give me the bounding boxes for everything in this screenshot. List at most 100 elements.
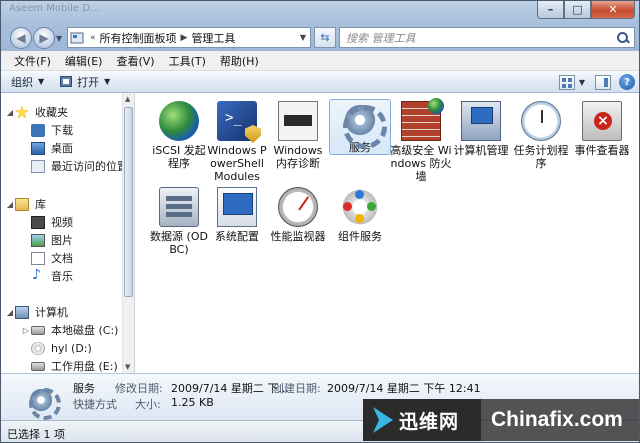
item-services[interactable]: 服务 bbox=[329, 99, 391, 155]
nav-favorites-label: 收藏夹 bbox=[35, 106, 68, 119]
event-viewer-icon bbox=[582, 101, 622, 141]
forward-arrow-icon: ▶ bbox=[39, 31, 49, 45]
title-bar: Aseem Mobile D... – □ ✕ ◀ ▶ ▼ « 所有控制面板项 … bbox=[1, 1, 639, 51]
expand-icon[interactable]: ▷ bbox=[21, 326, 31, 335]
view-options-dropdown[interactable]: ▼ bbox=[579, 78, 585, 87]
change-view-icon[interactable] bbox=[558, 74, 575, 90]
menu-tools[interactable]: 工具(T) bbox=[162, 53, 213, 69]
odbc-icon bbox=[159, 187, 199, 227]
item-iscsi[interactable]: iSCSI 发起程序 bbox=[148, 99, 210, 170]
component-services-icon bbox=[340, 187, 380, 227]
nav-item-desktop[interactable]: 桌面 bbox=[31, 139, 73, 157]
removable-disk-icon bbox=[31, 361, 45, 371]
memory-chip-icon bbox=[278, 101, 318, 141]
breadcrumb-overflow[interactable]: « bbox=[90, 33, 96, 43]
iscsi-globe-icon bbox=[159, 101, 199, 141]
item-label: 性能监视器 bbox=[270, 230, 326, 243]
item-label: 数据源 (ODBC) bbox=[150, 230, 208, 256]
nav-item-documents[interactable]: 文档 bbox=[31, 249, 73, 267]
recent-pages-dropdown[interactable]: ▼ bbox=[56, 34, 62, 43]
scroll-thumb[interactable] bbox=[124, 107, 133, 297]
scroll-up-icon[interactable]: ▲ bbox=[125, 95, 130, 103]
background-window-title: Aseem Mobile D... bbox=[9, 3, 100, 14]
hard-disk-icon bbox=[31, 325, 45, 335]
nav-item-label: 下载 bbox=[51, 124, 73, 137]
item-odbc[interactable]: 数据源 (ODBC) bbox=[148, 185, 210, 256]
open-label: 打开 bbox=[77, 75, 100, 89]
nav-libraries-label: 库 bbox=[35, 198, 46, 211]
menu-view[interactable]: 查看(V) bbox=[109, 53, 161, 69]
status-text: 已选择 1 项 bbox=[7, 428, 65, 441]
item-component-services[interactable]: 组件服务 bbox=[329, 185, 391, 243]
item-event-viewer[interactable]: 事件查看器 bbox=[571, 99, 633, 157]
open-window-icon bbox=[60, 76, 73, 87]
item-label: 任务计划程序 bbox=[513, 144, 569, 170]
control-panel-icon bbox=[68, 29, 86, 47]
item-label: Windows 内存诊断 bbox=[273, 144, 323, 170]
item-computer-management[interactable]: 计算机管理 bbox=[450, 99, 512, 157]
nav-item-drive-d[interactable]: hyl (D:) bbox=[31, 339, 92, 357]
nav-item-downloads[interactable]: 下载 bbox=[31, 121, 73, 139]
item-label: 事件查看器 bbox=[574, 144, 630, 157]
menu-edit[interactable]: 编辑(E) bbox=[58, 53, 110, 69]
collapse-icon[interactable]: ◢ bbox=[5, 108, 15, 117]
item-label: 高级安全 Windows 防火墙 bbox=[390, 144, 452, 183]
nav-item-label: 桌面 bbox=[51, 142, 73, 155]
nav-favorites[interactable]: ◢ 收藏夹 bbox=[5, 103, 68, 121]
search-icon[interactable] bbox=[616, 31, 630, 45]
search-input[interactable]: 搜索 管理工具 bbox=[339, 27, 635, 48]
modified-label: 修改日期: bbox=[115, 382, 163, 395]
chinafix-logo-icon bbox=[373, 407, 393, 433]
menu-bar: 文件(F) 编辑(E) 查看(V) 工具(T) 帮助(H) bbox=[1, 51, 639, 71]
item-performance-monitor[interactable]: 性能监视器 bbox=[267, 185, 329, 243]
item-firewall[interactable]: 高级安全 Windows 防火墙 bbox=[390, 98, 452, 183]
scroll-down-icon[interactable]: ▼ bbox=[125, 363, 130, 371]
nav-item-videos[interactable]: 视频 bbox=[31, 213, 73, 231]
command-bar-right: ▼ ? bbox=[558, 74, 635, 90]
menu-help[interactable]: 帮助(H) bbox=[213, 53, 266, 69]
item-task-scheduler[interactable]: 任务计划程序 bbox=[510, 99, 572, 170]
breadcrumb-all-items[interactable]: 所有控制面板项 bbox=[100, 30, 177, 46]
item-label: Windows PowerShell Modules bbox=[207, 144, 267, 183]
help-icon[interactable]: ? bbox=[619, 74, 635, 90]
details-name: 服务 bbox=[73, 382, 95, 395]
nav-scrollbar[interactable]: ▲ ▼ bbox=[122, 93, 134, 373]
close-button[interactable]: ✕ bbox=[591, 1, 635, 19]
open-button[interactable]: 打开 ▼ bbox=[60, 74, 110, 90]
back-button[interactable]: ◀ bbox=[10, 27, 32, 49]
search-placeholder: 搜索 管理工具 bbox=[346, 31, 416, 45]
nav-item-music[interactable]: 音乐 bbox=[31, 267, 73, 285]
breadcrumb-admin-tools[interactable]: 管理工具 bbox=[191, 30, 235, 46]
watermark-en-text: Chinafix.com bbox=[491, 408, 623, 431]
nav-item-drive-c[interactable]: ▷ 本地磁盘 (C:) bbox=[21, 321, 119, 339]
collapse-icon[interactable]: ◢ bbox=[5, 200, 15, 209]
powershell-icon bbox=[217, 101, 257, 141]
command-bar: 组织 ▼ 打开 ▼ ▼ ? bbox=[1, 71, 639, 93]
minimize-button[interactable]: – bbox=[537, 1, 564, 19]
refresh-button[interactable]: ⇆ bbox=[314, 27, 336, 48]
chevron-down-icon: ▼ bbox=[104, 77, 111, 86]
downloads-folder-icon bbox=[31, 123, 45, 137]
item-system-config[interactable]: 系统配置 bbox=[206, 185, 268, 243]
collapse-icon[interactable]: ◢ bbox=[5, 308, 15, 317]
menu-file[interactable]: 文件(F) bbox=[7, 53, 58, 69]
organize-button[interactable]: 组织 ▼ bbox=[11, 74, 44, 90]
forward-button[interactable]: ▶ bbox=[33, 27, 55, 49]
nav-item-label: hyl (D:) bbox=[51, 341, 92, 355]
item-label: 组件服务 bbox=[338, 230, 382, 243]
nav-computer[interactable]: ◢ 计算机 bbox=[5, 303, 68, 321]
content-area: iSCSI 发起程序 Windows PowerShell Modules Wi… bbox=[135, 93, 639, 373]
item-powershell-modules[interactable]: Windows PowerShell Modules bbox=[206, 99, 268, 183]
nav-item-label: 音乐 bbox=[51, 270, 73, 283]
nav-item-pictures[interactable]: 图片 bbox=[31, 231, 73, 249]
maximize-button[interactable]: □ bbox=[564, 1, 591, 19]
address-bar[interactable]: « 所有控制面板项 ▶ 管理工具 ▼ bbox=[67, 27, 311, 48]
preview-pane-icon[interactable] bbox=[595, 74, 611, 90]
watermark-left: 迅维网 bbox=[363, 399, 481, 441]
item-memory-diagnostic[interactable]: Windows 内存诊断 bbox=[267, 99, 329, 170]
optical-drive-icon bbox=[31, 341, 45, 355]
breadcrumb-separator-icon[interactable]: ▶ bbox=[181, 33, 188, 43]
address-dropdown-icon[interactable]: ▼ bbox=[300, 33, 306, 42]
nav-item-recent-places[interactable]: 最近访问的位置 bbox=[31, 157, 128, 175]
nav-libraries[interactable]: ◢ 库 bbox=[5, 195, 46, 213]
